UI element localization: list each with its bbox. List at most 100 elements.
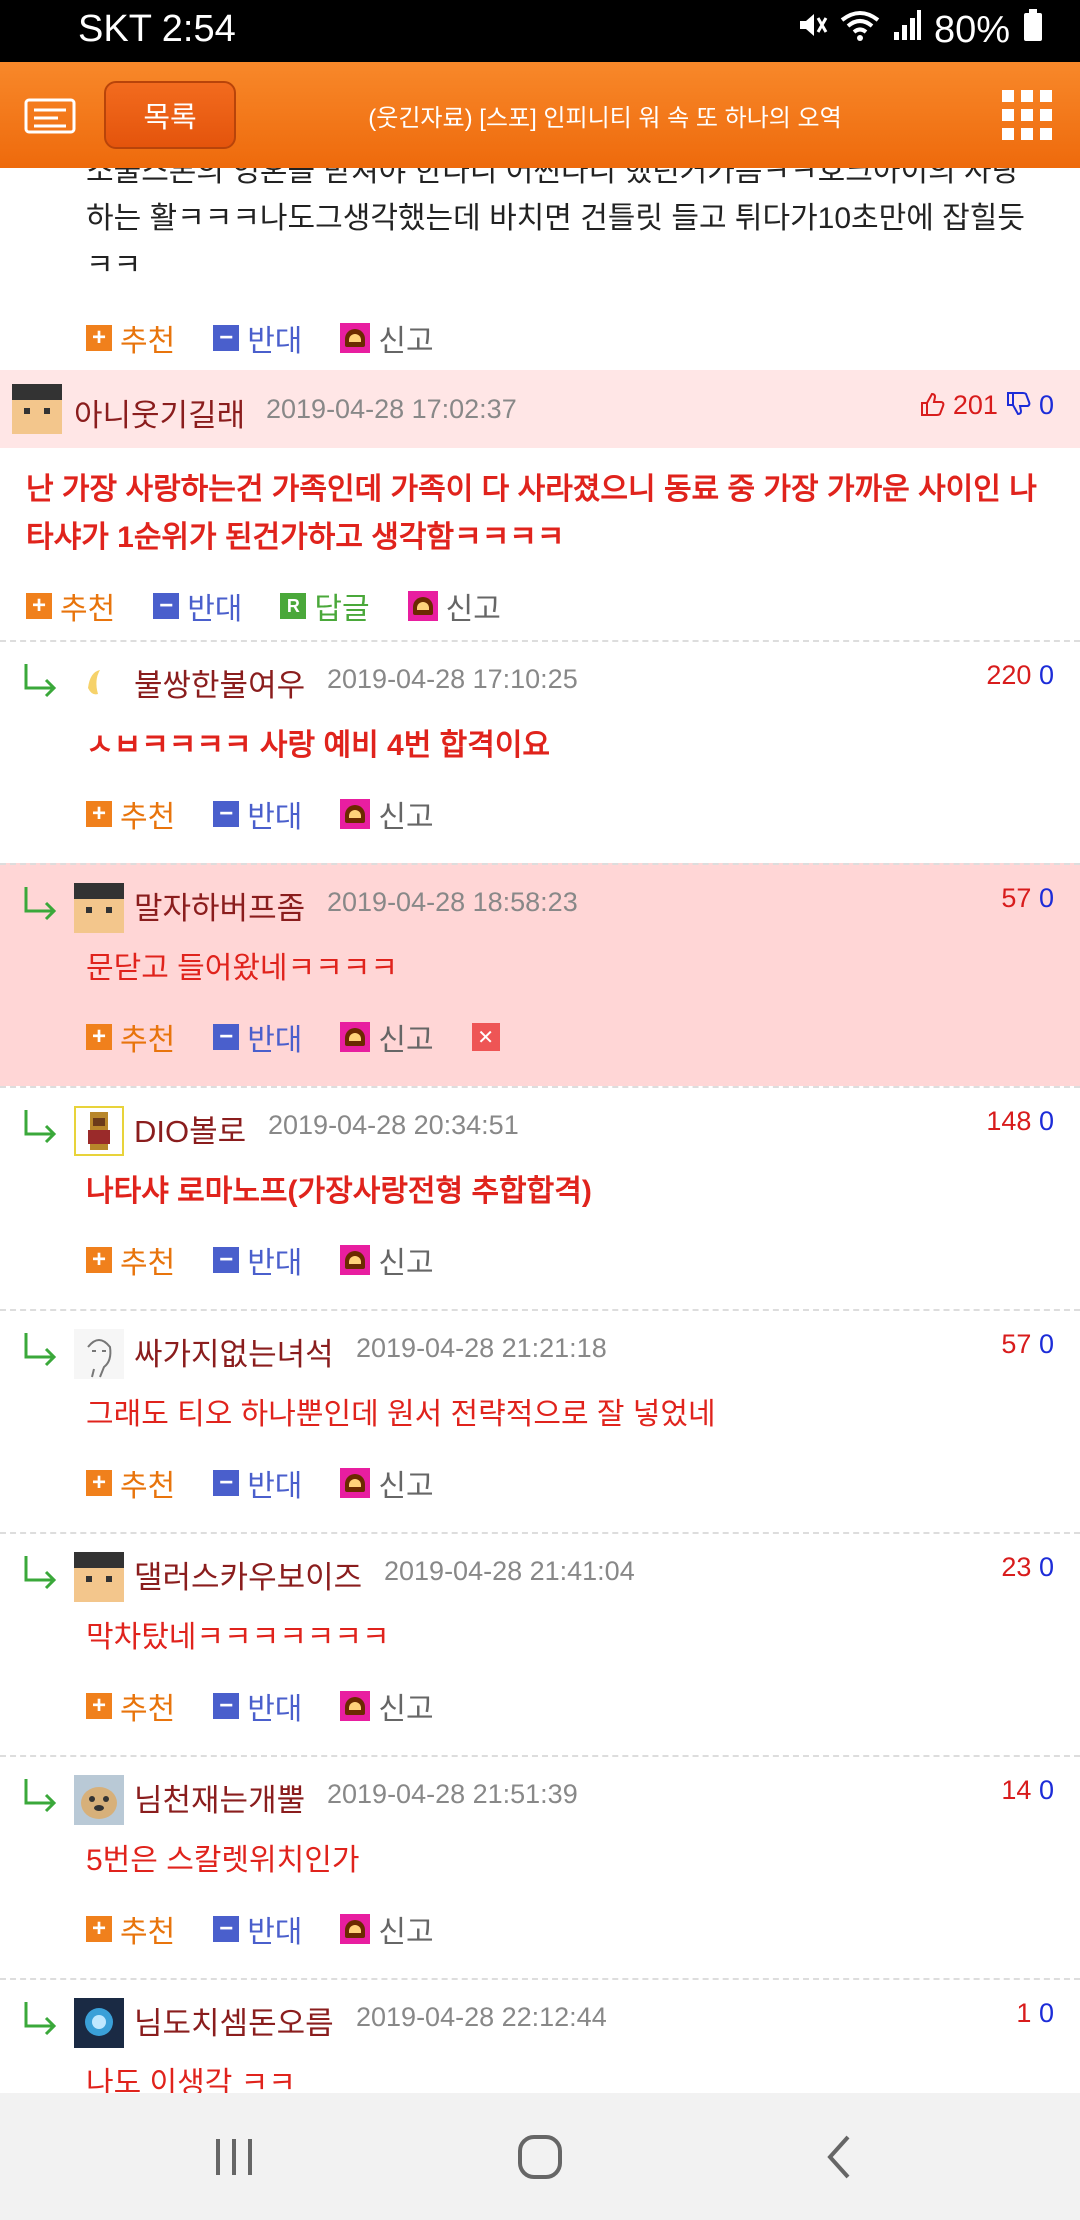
recommend-button[interactable]: + 추천 — [86, 1684, 175, 1728]
avatar[interactable] — [12, 384, 62, 434]
upvote-count: 14 — [1001, 1775, 1032, 1805]
upvote-count: 57 — [1001, 883, 1032, 913]
vote-counts: 148 0 — [986, 1106, 1054, 1137]
minus-icon: − — [213, 1693, 240, 1719]
recommend-label: 추천 — [120, 801, 176, 834]
reply-arrow-icon — [24, 1333, 57, 1367]
report-siren-icon — [340, 1914, 371, 1944]
reply-arrow-icon — [24, 887, 57, 921]
report-label: 신고 — [445, 593, 501, 626]
list-button[interactable]: 목록 — [104, 81, 236, 149]
upvote-count: 1 — [1016, 1998, 1032, 2028]
comment-date: 2019-04-28 21:51:39 — [327, 1779, 578, 1809]
nickname[interactable]: 님도치셈돈오름 — [134, 1998, 334, 2043]
recent-apps-icon[interactable] — [212, 2129, 256, 2185]
plus-icon: + — [86, 1916, 112, 1942]
comment-date: 2019-04-28 17:02:37 — [266, 394, 517, 424]
avatar[interactable] — [74, 1106, 124, 1156]
nickname[interactable]: 아니웃기길래 — [74, 390, 245, 435]
comment-text: 나타샤 로마노프(가장사랑전형 추합합격) — [86, 1175, 592, 1208]
vote-counts: 14 0 — [1001, 1775, 1054, 1806]
report-button[interactable]: 신고 — [340, 792, 434, 836]
nickname[interactable]: 말자하버프좀 — [134, 883, 305, 928]
recommend-button[interactable]: + 추천 — [86, 1907, 175, 1951]
recommend-button[interactable]: + 추천 — [86, 1015, 175, 1059]
oppose-button[interactable]: − 반대 — [213, 316, 302, 360]
oppose-button[interactable]: − 반대 — [213, 1684, 302, 1728]
vote-counts: 57 0 — [1001, 883, 1054, 914]
report-button[interactable]: 신고 — [340, 1684, 434, 1728]
recommend-button[interactable]: + 추천 — [26, 584, 115, 628]
report-button[interactable]: 신고 — [340, 316, 434, 360]
avatar[interactable] — [74, 883, 124, 933]
comment-text: ㅅㅂㅋㅋㅋㅋ 사랑 예비 4번 합격이요 — [86, 729, 551, 762]
reply-comment: 싸가지없는녀석 2019-04-28 21:21:18 57 0 그래도 티오 하나뿐… — [0, 1309, 1080, 1532]
minus-icon: − — [153, 593, 180, 619]
delete-button[interactable]: ✕ — [471, 1023, 500, 1051]
wifi-icon — [840, 8, 880, 52]
oppose-label: 반대 — [247, 1693, 303, 1726]
recommend-button[interactable]: + 추천 — [86, 792, 175, 836]
menu-icon[interactable] — [24, 96, 76, 136]
battery-icon — [1022, 8, 1044, 52]
signal-icon — [892, 8, 922, 52]
oppose-label: 반대 — [187, 593, 243, 626]
oppose-button[interactable]: − 반대 — [213, 1238, 302, 1282]
oppose-label: 반대 — [247, 1470, 303, 1503]
report-siren-icon — [340, 1468, 371, 1498]
recommend-button[interactable]: + 추천 — [86, 316, 175, 360]
avatar[interactable] — [74, 1998, 124, 2048]
nickname[interactable]: 댈러스카우보이즈 — [134, 1552, 362, 1597]
avatar[interactable] — [74, 1775, 124, 1825]
oppose-label: 반대 — [247, 1247, 303, 1280]
avatar[interactable] — [74, 1552, 124, 1602]
page-title: (웃긴자료) [스포] 인피니티 워 속 또 하나의 오역 — [368, 104, 842, 132]
reply-label: 답글 — [314, 593, 370, 626]
downvote-count: 0 — [1038, 660, 1054, 690]
close-icon: ✕ — [471, 1023, 500, 1051]
report-button[interactable]: 신고 — [340, 1015, 434, 1059]
apps-grid-icon[interactable] — [1002, 90, 1052, 140]
comment-text-line: 타샤가 1순위가 된건가하고 생각함ㅋㅋㅋㅋ — [26, 521, 565, 554]
reply-comment: 말자하버프좀 2019-04-28 18:58:23 57 0 문닫고 들어왔네ㅋㅋㅋ… — [0, 863, 1080, 1086]
reply-button[interactable]: R 답글 — [280, 584, 370, 628]
comment-text: 그래도 티오 하나뿐인데 원서 전략적으로 잘 넣었네 — [86, 1398, 716, 1431]
oppose-button[interactable]: − 반대 — [213, 1461, 302, 1505]
recommend-button[interactable]: + 추천 — [86, 1461, 175, 1505]
plus-icon: + — [86, 801, 112, 827]
reply-icon: R — [280, 593, 307, 619]
oppose-button[interactable]: − 반대 — [213, 792, 302, 836]
upvote-count: 57 — [1001, 1329, 1032, 1359]
home-icon[interactable] — [512, 2129, 568, 2185]
vote-counts: 57 0 — [1001, 1329, 1054, 1360]
nickname[interactable]: 님천재는개뿔 — [134, 1775, 305, 1820]
oppose-button[interactable]: − 반대 — [213, 1907, 302, 1951]
comment-date: 2019-04-28 21:21:18 — [356, 1333, 607, 1363]
oppose-label: 반대 — [247, 1916, 303, 1949]
comment-date: 2019-04-28 22:12:44 — [356, 2002, 607, 2032]
comment-actions: + 추천 − 반대 R 답글 신고 — [26, 584, 539, 628]
app-header: 목록 (웃긴자료) [스포] 인피니티 워 속 또 하나의 오역 — [0, 62, 1080, 168]
nickname[interactable]: 싸가지없는녀석 — [134, 1329, 334, 1374]
oppose-button[interactable]: − 반대 — [153, 584, 242, 628]
upvote-count: 23 — [1001, 1552, 1032, 1582]
recommend-button[interactable]: + 추천 — [86, 1238, 175, 1282]
minus-icon: − — [213, 325, 240, 351]
vote-counts: 220 0 — [986, 660, 1054, 691]
report-button[interactable]: 신고 — [407, 584, 501, 628]
oppose-button[interactable]: − 반대 — [213, 1015, 302, 1059]
nickname[interactable]: 불쌍한불여우 — [134, 660, 305, 705]
report-button[interactable]: 신고 — [340, 1238, 434, 1282]
downvote-count: 0 — [1038, 883, 1054, 913]
back-icon[interactable] — [820, 2129, 860, 2185]
report-siren-icon — [340, 1691, 371, 1721]
report-button[interactable]: 신고 — [340, 1907, 434, 1951]
reply-comment: 댈러스카우보이즈 2019-04-28 21:41:04 23 0 막차탔네ㅋㅋㅋㅋㅋ… — [0, 1532, 1080, 1755]
report-siren-icon — [340, 1245, 371, 1275]
avatar[interactable] — [74, 1329, 124, 1379]
report-label: 신고 — [378, 1470, 434, 1503]
report-button[interactable]: 신고 — [340, 1461, 434, 1505]
recommend-label: 추천 — [120, 1470, 176, 1503]
avatar[interactable] — [74, 660, 124, 710]
nickname[interactable]: DIO볼로 — [134, 1106, 246, 1151]
